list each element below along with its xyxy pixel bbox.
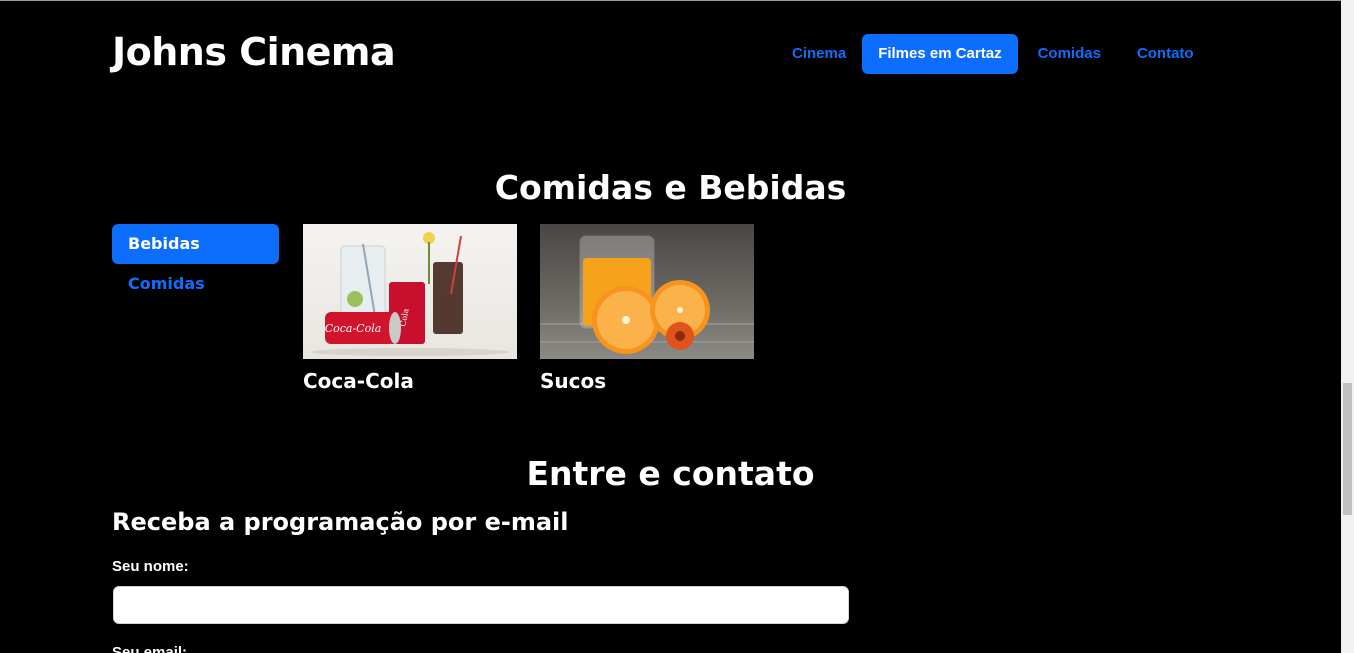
nav-comidas[interactable]: Comidas bbox=[1022, 34, 1117, 74]
email-label: Seu email: bbox=[112, 644, 188, 653]
pill-comidas[interactable]: Comidas bbox=[112, 264, 279, 304]
product-card-coca-cola[interactable]: Cola Coca-Cola Coca-Cola bbox=[303, 224, 517, 393]
category-pills: Bebidas Comidas bbox=[112, 224, 279, 304]
nav-filmes-em-cartaz[interactable]: Filmes em Cartaz bbox=[862, 34, 1018, 74]
nav-cinema[interactable]: Cinema bbox=[776, 34, 862, 74]
name-label: Seu nome: bbox=[112, 558, 189, 575]
orange-juice-photo bbox=[540, 224, 754, 359]
page-scrollbar[interactable] bbox=[1341, 0, 1354, 653]
pill-bebidas[interactable]: Bebidas bbox=[112, 224, 279, 264]
product-name: Sucos bbox=[540, 369, 607, 393]
contact-section-title: Entre e contato bbox=[526, 454, 815, 493]
food-section-title: Comidas e Bebidas bbox=[494, 168, 847, 207]
brand-logo[interactable]: Johns Cinema bbox=[112, 30, 396, 74]
name-input[interactable] bbox=[113, 586, 849, 624]
nav-contato[interactable]: Contato bbox=[1121, 34, 1210, 74]
form-title: Receba a programação por e-mail bbox=[112, 508, 569, 536]
main-nav: Cinema Filmes em Cartaz Comidas Contato bbox=[776, 34, 1210, 74]
product-name: Coca-Cola bbox=[303, 369, 414, 393]
top-border bbox=[0, 0, 1341, 1]
page: Johns Cinema Cinema Filmes em Cartaz Com… bbox=[0, 0, 1354, 653]
coca-cola-photo: Cola Coca-Cola bbox=[303, 224, 517, 359]
product-card-sucos[interactable]: Sucos bbox=[540, 224, 754, 393]
svg-text:Coca-Cola: Coca-Cola bbox=[325, 322, 382, 335]
scrollbar-thumb[interactable] bbox=[1343, 383, 1352, 515]
